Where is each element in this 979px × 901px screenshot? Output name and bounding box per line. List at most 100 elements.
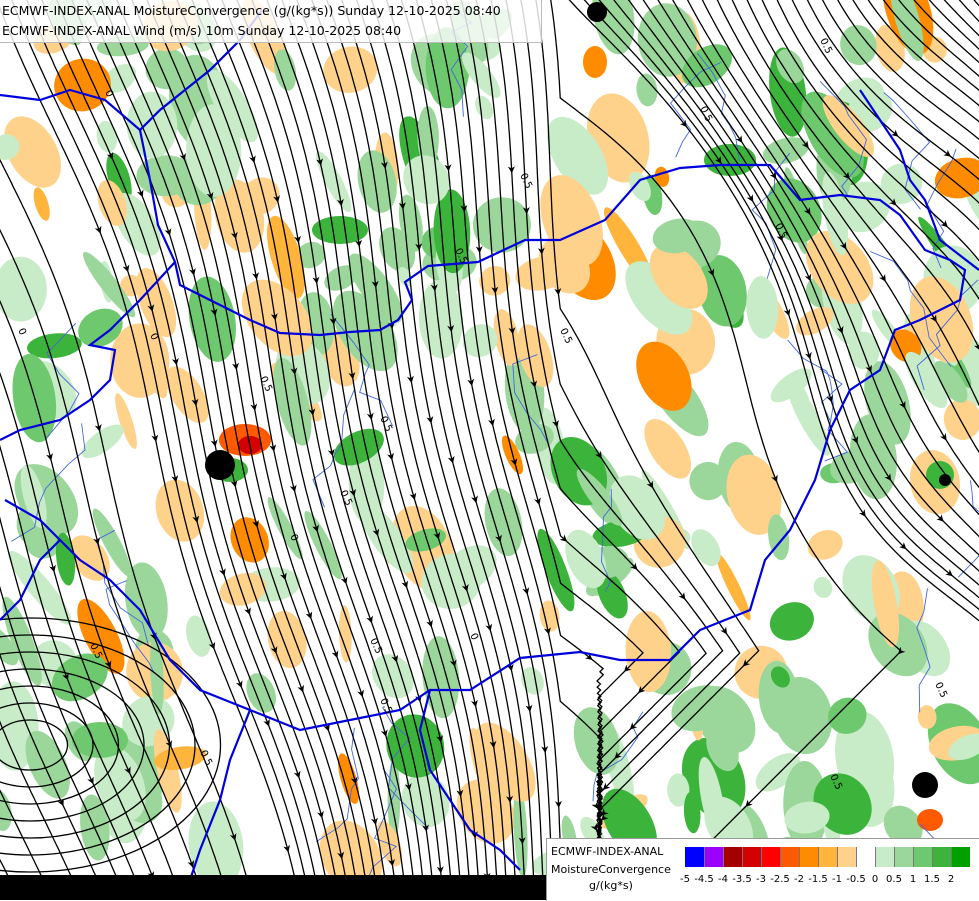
streamline-arrow — [720, 626, 728, 635]
legend-tick-label: 2 — [947, 874, 955, 885]
streamline-arrow — [283, 844, 290, 853]
streamline-arrow — [471, 495, 478, 504]
legend-swatch — [856, 847, 875, 867]
streamline — [973, 0, 979, 7]
legend-swatch — [742, 847, 761, 867]
low-pressure-center — [205, 450, 235, 480]
streamline-arrow — [485, 623, 493, 632]
legend-tick-label: -2 — [794, 874, 804, 885]
legend-tick-label: 1.5 — [924, 874, 940, 885]
legend-tick-label: -1 — [832, 874, 842, 885]
streamline-arrow — [122, 264, 130, 273]
legend-ticks: -5 -4.5 -4 -3.5 -3 -2.5 -2 -1.5 -1 -0.5 0 0.5 1 1.5 2 — [677, 874, 977, 888]
legend-model: ECMWF-INDEX-ANAL — [551, 845, 664, 858]
legend-swatch — [875, 847, 894, 867]
legend-tick-label: 0 — [871, 874, 879, 885]
legend-tick-label: -3 — [756, 874, 766, 885]
streamline-arrow — [293, 770, 301, 779]
colorbar-legend: ECMWF-INDEX-ANAL MoistureConvergence g/(… — [546, 838, 979, 901]
map-title-line-2: ECMWF-INDEX-ANAL Wind (m/s) 10m Sunday 1… — [2, 23, 402, 38]
contour-label: 0.5 — [932, 681, 949, 700]
legend-swatch — [818, 847, 837, 867]
legend-tick-label: 1 — [909, 874, 917, 885]
streamline-arrow — [340, 576, 348, 585]
contour-label: 0.5 — [557, 327, 574, 346]
map-title-line-1: ECMWF-INDEX-ANAL MoistureConvergence (g/… — [2, 3, 501, 18]
convergence-patch — [769, 602, 814, 641]
streamline-arrow — [826, 394, 833, 403]
legend-tick-label: 0.5 — [886, 874, 902, 885]
legend-tick-label: -0.5 — [846, 874, 866, 885]
legend-tick-label: -1.5 — [808, 874, 828, 885]
convergence-patch — [96, 121, 118, 153]
streamline-arrow — [219, 568, 226, 576]
streamline-arrow — [746, 194, 754, 202]
contour-label: 0.5 — [257, 375, 274, 394]
streamline-arrow — [939, 432, 947, 441]
convergence-patch — [186, 615, 211, 657]
streamline-arrow — [263, 718, 270, 727]
legend-swatch — [761, 847, 780, 867]
convergence-core — [583, 46, 607, 78]
legend-swatch — [780, 847, 799, 867]
bottom-band — [0, 875, 546, 900]
convergence-core — [917, 809, 943, 831]
streamline-arrow — [94, 225, 102, 234]
legend-unit: g/(kg*s) — [589, 879, 633, 892]
contour-label: 0.5 — [377, 415, 394, 434]
legend-variable: MoistureConvergence — [551, 863, 671, 876]
map-title-box: ECMWF-INDEX-ANAL MoistureConvergence (g/… — [0, 0, 542, 43]
convergence-core — [72, 722, 128, 758]
convergence-patch — [33, 187, 50, 221]
streamline — [943, 0, 979, 37]
legend-tick-label: -3.5 — [732, 874, 752, 885]
legend-swatch — [951, 847, 970, 867]
streamline-arrow — [447, 455, 455, 464]
streamline-arrow — [297, 684, 304, 693]
legend-swatch — [723, 847, 742, 867]
low-pressure-center — [587, 2, 607, 22]
legend-swatch — [894, 847, 913, 867]
legend-swatch — [704, 847, 723, 867]
streamline-arrow — [249, 155, 256, 163]
contour-label: 0 — [15, 327, 28, 337]
convergence-patch — [0, 256, 47, 322]
streamline-arrow — [244, 607, 251, 615]
streamline-arrow — [401, 580, 409, 589]
streamline-arrow — [534, 497, 541, 506]
streamline-arrow — [305, 611, 313, 620]
low-pressure-center — [912, 772, 938, 798]
streamline-arrow — [805, 351, 812, 360]
legend-tick-label: -4.5 — [694, 874, 714, 885]
legend-swatches — [685, 847, 970, 867]
legend-tick-label: -4 — [718, 874, 728, 885]
convergence-patch — [371, 654, 414, 699]
streamline-arrow — [426, 619, 433, 628]
streamline-arrow — [858, 509, 866, 517]
streamline-arrow — [164, 228, 172, 236]
streamline-arrow — [331, 650, 339, 659]
legend-swatch — [913, 847, 932, 867]
convergence-patch — [155, 479, 205, 542]
legend-swatch — [932, 847, 951, 867]
legend-swatch — [837, 847, 856, 867]
streamline-arrow — [387, 452, 394, 461]
streamline-arrow — [409, 492, 417, 501]
streamline — [958, 0, 979, 23]
weather-map: 0.50.50.50.50.50.50.50.50.50.50.50.50.50… — [0, 0, 979, 900]
legend-tick-label: -5 — [680, 874, 690, 885]
legend-swatch — [685, 847, 704, 867]
streamline-arrow — [879, 274, 886, 282]
streamline-arrow — [366, 615, 373, 624]
streamline-arrow — [289, 484, 297, 493]
convergence-patch — [807, 530, 843, 560]
low-pressure-center — [939, 474, 951, 486]
streamline-arrow — [49, 564, 56, 573]
contour-label: 0.5 — [817, 37, 834, 56]
streamline-arrow — [136, 189, 144, 198]
contour-label: 0.5 — [517, 172, 534, 191]
streamline-arrow — [522, 587, 530, 595]
streamline-arrow — [357, 689, 364, 698]
streamline-arrow — [317, 810, 324, 819]
legend-tick-label: -2.5 — [770, 874, 790, 885]
